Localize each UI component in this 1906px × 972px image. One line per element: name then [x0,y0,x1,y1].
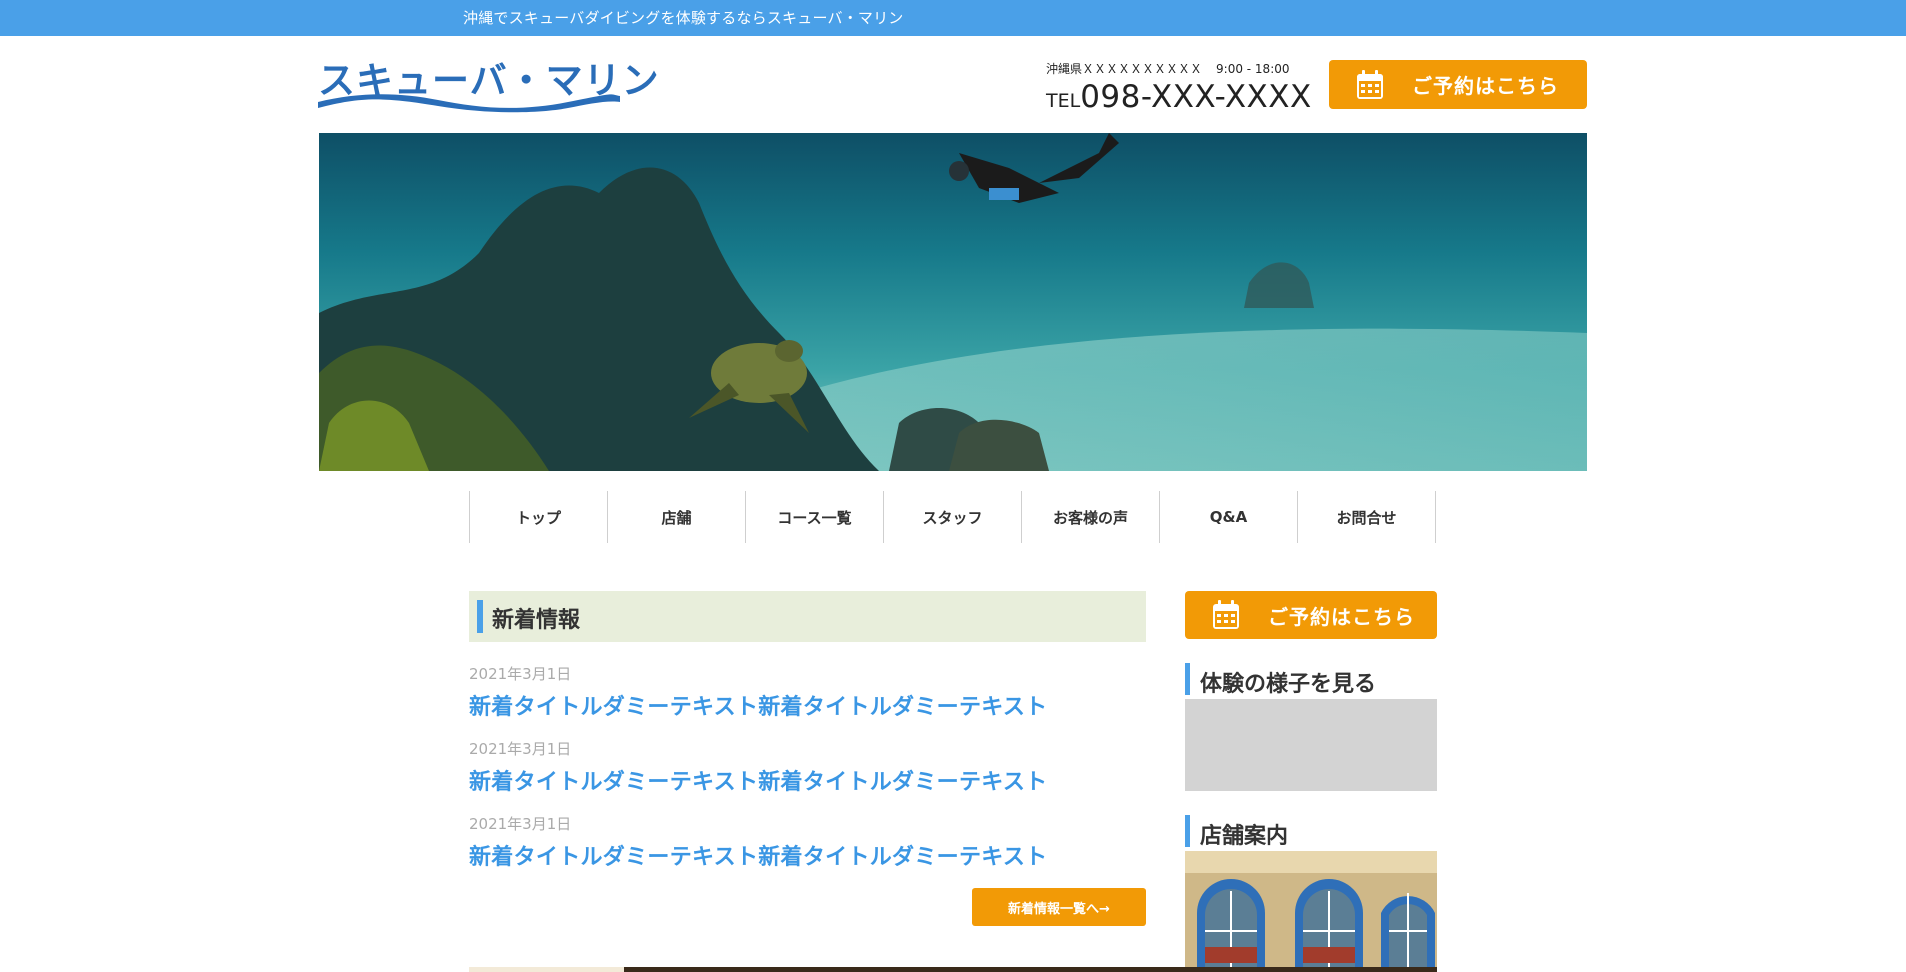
content-bottom-edge [469,967,1437,972]
hero-image [319,133,1587,471]
nav-item-shop[interactable]: 店舗 [608,491,746,543]
logo-wave-icon [318,94,620,113]
news-date: 2021年3月1日 [469,815,572,833]
news-item: 2021年3月1日 新着タイトルダミーテキスト新着タイトルダミーテキスト [469,813,1146,888]
video-heading-text: 体験の様子を見る [1200,672,1377,697]
sidebar-reserve-label: ご予約はこちら [1268,604,1415,629]
global-nav: トップ 店舗 コース一覧 スタッフ お客様の声 Q&A お問合せ [469,491,1436,543]
sidebar-reserve-button[interactable]: ご予約はこちら [1185,591,1437,639]
news-title-link[interactable]: 新着タイトルダミーテキスト新着タイトルダミーテキスト [469,839,1146,871]
heading-accent-bar [477,600,483,633]
shop-heading-text: 店舗案内 [1200,824,1289,849]
address: 沖縄県ＸＸＸＸＸＸＸＸＸＸ [1046,62,1203,76]
nav-item-courses[interactable]: コース一覧 [746,491,884,543]
nav-item-contact[interactable]: お問合せ [1298,491,1436,543]
news-heading: 新着情報 [469,591,1146,642]
tel-label: TEL [1046,90,1081,112]
news-more-button[interactable]: 新着情報一覧へ→ [972,888,1146,926]
news-date: 2021年3月1日 [469,740,572,758]
business-hours: 9:00 - 18:00 [1216,62,1290,76]
nav-item-faq[interactable]: Q&A [1160,491,1298,543]
calendar-icon [1357,69,1383,99]
shop-image[interactable] [1185,851,1437,969]
phone-line[interactable]: TEL098-XXX-XXXX [1046,79,1311,115]
news-heading-text: 新着情報 [492,608,581,633]
news-date: 2021年3月1日 [469,665,572,683]
news-item: 2021年3月1日 新着タイトルダミーテキスト新着タイトルダミーテキスト [469,738,1146,813]
site-logo[interactable]: スキューバ・マリン [318,50,659,116]
heading-accent-bar [1185,815,1190,847]
top-banner: 沖縄でスキューバダイビングを体験するならスキューバ・マリン [0,0,1906,36]
header-reserve-button[interactable]: ご予約はこちら [1329,60,1587,109]
heading-accent-bar [1185,663,1190,695]
bottom-edge-right [624,967,1437,972]
tel-number[interactable]: 098-XXX-XXXX [1080,79,1312,115]
header-reserve-label: ご予約はこちら [1412,74,1559,98]
contact-info: 沖縄県ＸＸＸＸＸＸＸＸＸＸ 9:00 - 18:00 TEL098-XXX-XXX… [1046,60,1311,115]
news-list: 2021年3月1日 新着タイトルダミーテキスト新着タイトルダミーテキスト 202… [469,663,1146,888]
bottom-edge-left [469,967,624,972]
video-embed[interactable] [1185,699,1437,791]
calendar-icon [1213,600,1239,629]
news-title-link[interactable]: 新着タイトルダミーテキスト新着タイトルダミーテキスト [469,689,1146,721]
address-line: 沖縄県ＸＸＸＸＸＸＸＸＸＸ 9:00 - 18:00 [1046,60,1308,77]
site-tagline: 沖縄でスキューバダイビングを体験するならスキューバ・マリン [463,9,904,27]
nav-item-voices[interactable]: お客様の声 [1022,491,1160,543]
news-title-link[interactable]: 新着タイトルダミーテキスト新着タイトルダミーテキスト [469,764,1146,796]
news-item: 2021年3月1日 新着タイトルダミーテキスト新着タイトルダミーテキスト [469,663,1146,738]
nav-item-top[interactable]: トップ [470,491,608,543]
nav-item-staff[interactable]: スタッフ [884,491,1022,543]
